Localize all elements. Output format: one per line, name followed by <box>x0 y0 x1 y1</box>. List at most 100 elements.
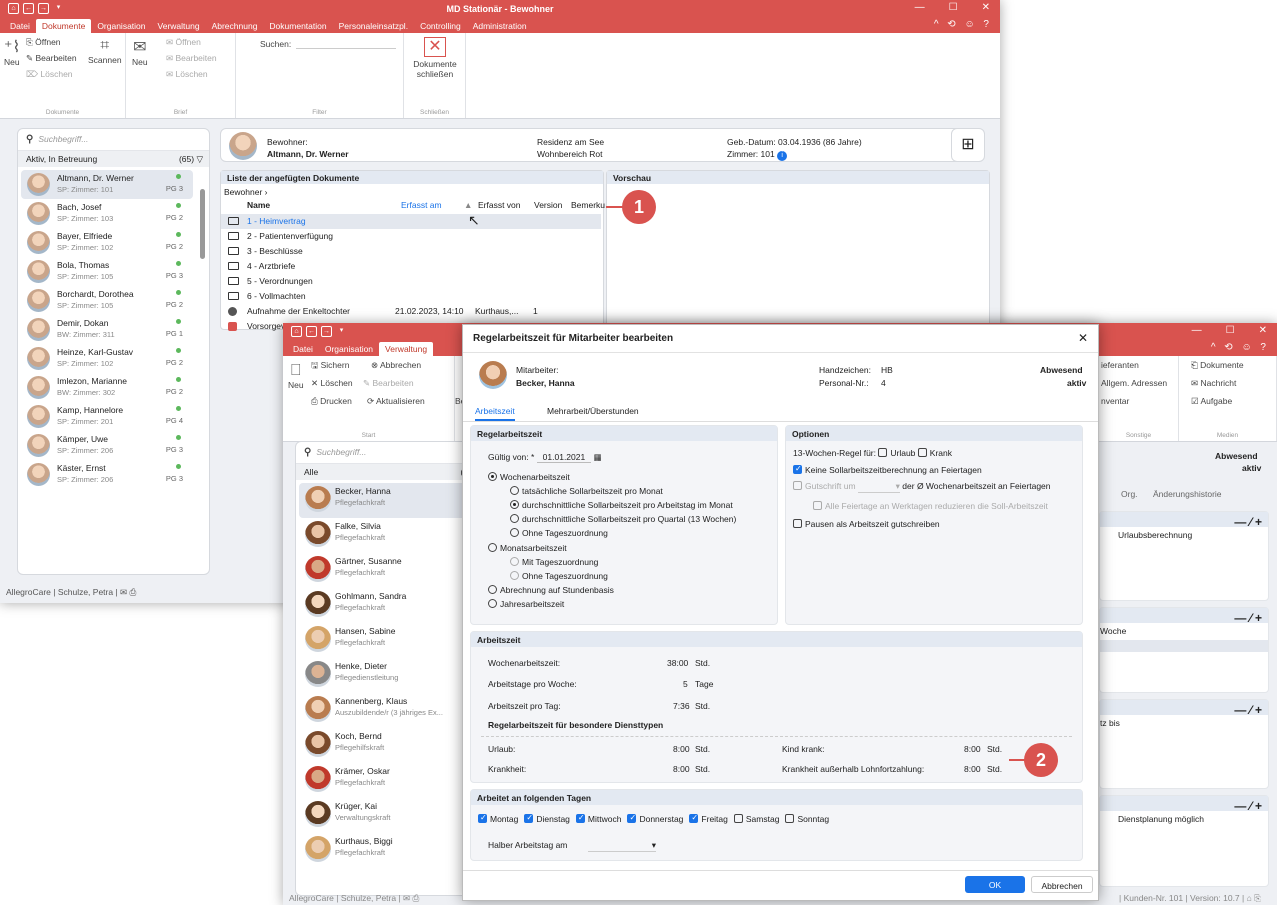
panel-actions[interactable]: — ⁄ + <box>1100 796 1268 813</box>
menu-organisation[interactable]: Organisation <box>319 342 379 356</box>
document-row[interactable]: 1 - Heimvertrag <box>221 214 601 229</box>
child-sick-value[interactable]: 8:00 <box>964 744 981 754</box>
day-hours-value[interactable]: 7:36 <box>673 701 690 711</box>
edit-button[interactable]: ✎ Bearbeiten <box>363 378 414 389</box>
document-row[interactable]: Aufnahme der Enkeltochter 21.02.2023, 14:… <box>221 304 601 319</box>
all-holidays-checkbox[interactable]: Alle Feiertage an Werktagen reduzieren d… <box>813 501 1048 511</box>
staff-item[interactable]: Hansen, Sabine Pflegefachkraft <box>299 623 471 658</box>
radio-hours[interactable]: Abrechnung auf Stundenbasis <box>488 585 614 595</box>
days-value[interactable]: 5 <box>683 679 688 689</box>
ok-button[interactable]: OK <box>965 876 1025 893</box>
maximize-icon[interactable]: ☐ <box>1226 325 1235 336</box>
menu-verwaltung[interactable]: Verwaltung <box>379 342 434 356</box>
half-day-select[interactable]: ▾ <box>588 840 656 852</box>
resident-item[interactable]: Borchardt, Dorothea SP: Zimmer: 105 PG 2 <box>21 286 193 315</box>
weekday-checkbox[interactable]: Dienstag <box>524 813 570 824</box>
staff-item[interactable]: Kannenberg, Klaus Auszubildende/r (3 jähr… <box>299 693 471 728</box>
staff-item[interactable]: Gärtner, Susanne Pflegefachkraft <box>299 553 471 588</box>
vacation-value[interactable]: 8:00 <box>673 744 690 754</box>
forward-icon[interactable]: → <box>321 326 332 337</box>
minimize-icon[interactable]: — <box>915 2 925 13</box>
cancel-button[interactable]: ⊗ Abbrechen <box>371 360 421 371</box>
close-icon[interactable]: ✕ <box>1259 325 1267 336</box>
radio-year[interactable]: Jahresarbeitszeit <box>488 599 564 609</box>
staff-item[interactable]: Krämer, Oskar Pflegefachkraft <box>299 763 471 798</box>
panel-actions[interactable]: — ⁄ + <box>1100 700 1268 717</box>
sick-checkbox[interactable] <box>917 448 927 457</box>
vacation-checkbox[interactable] <box>878 448 888 457</box>
radio-month[interactable]: Monatsarbeitszeit <box>488 543 567 553</box>
resident-item[interactable]: Heinze, Karl-Gustav SP: Zimmer: 102 PG 2 <box>21 344 193 373</box>
delete-doc-button[interactable]: ⌦ Löschen <box>26 69 73 80</box>
radio-month-1[interactable]: Mit Tageszuordnung <box>510 557 598 567</box>
tab-history[interactable]: Änderungshistorie <box>1153 489 1222 499</box>
weekday-checkbox[interactable]: Montag <box>478 813 518 824</box>
breadcrumb[interactable]: Bewohner › <box>224 187 267 197</box>
dropdown-icon[interactable]: ▾ <box>336 326 347 337</box>
menu-datei[interactable]: Datei <box>287 342 319 356</box>
resident-item[interactable]: Demir, Dokan BW: Zimmer: 311 PG 1 <box>21 315 193 344</box>
scan-button[interactable]: ⌗ Scannen <box>88 37 122 65</box>
new-doc-button[interactable]: ⁺⌇ Neu <box>4 37 20 67</box>
search-field[interactable] <box>296 37 396 49</box>
task-button[interactable]: ☑ Aufgabe <box>1191 396 1232 407</box>
open-letter-button[interactable]: ✉ Öffnen <box>166 37 201 48</box>
no-holiday-checkbox[interactable]: Keine Sollarbeitszeitberechnung an Feier… <box>793 464 982 475</box>
radio-week-4[interactable]: Ohne Tageszuordnung <box>510 528 608 538</box>
maximize-icon[interactable]: ☐ <box>949 2 958 13</box>
weekday-checkbox[interactable]: Freitag <box>689 813 728 824</box>
radio-week-1[interactable]: tatsächliche Sollarbeitszeit pro Monat <box>510 486 663 496</box>
weekday-checkbox[interactable]: Sonntag <box>785 814 829 824</box>
radio-week[interactable]: Wochenarbeitszeit <box>488 472 570 482</box>
col-date[interactable]: Erfasst am <box>401 200 442 210</box>
cancel-dialog-button[interactable]: Abbrechen <box>1031 876 1093 893</box>
calendar-icon[interactable]: ▦ <box>594 452 602 462</box>
menu-organisation[interactable]: Organisation <box>91 19 151 33</box>
credit-checkbox[interactable]: Gutschrift um ▾ der Ø Wochenarbeitszeit … <box>793 481 1051 493</box>
minimize-icon[interactable]: — <box>1192 325 1202 336</box>
menu-dokumentation[interactable]: Dokumentation <box>263 19 332 33</box>
staff-item[interactable]: Falke, Silvia Pflegefachkraft <box>299 518 471 553</box>
filter-icon[interactable]: (65) ▽ <box>179 154 203 165</box>
staff-item[interactable]: Kurthaus, Biggi Pflegefachkraft <box>299 833 471 868</box>
tab-overtime[interactable]: Mehrarbeit/Überstunden <box>547 406 639 416</box>
resident-item[interactable]: Kamp, Hannelore SP: Zimmer: 201 PG 4 <box>21 402 193 431</box>
staff-item[interactable]: Krüger, Kai Verwaltungskraft <box>299 798 471 833</box>
edit-doc-button[interactable]: ✎ Bearbeiten <box>26 53 77 64</box>
resident-search-input[interactable]: ⚲ Suchbegriff... <box>18 129 209 151</box>
menu-verwaltung[interactable]: Verwaltung <box>152 19 206 33</box>
staff-item[interactable]: Becker, Hanna Pflegefachkraft <box>299 483 471 518</box>
document-row[interactable]: 6 - Vollmachten <box>221 289 601 304</box>
new-letter-button[interactable]: ✉ Neu <box>132 37 148 67</box>
addresses-button[interactable]: Allgem. Adressen <box>1101 378 1167 388</box>
menu-right-icons[interactable]: ^ ⟲ ☺ ? <box>934 19 992 30</box>
staff-search-input[interactable]: ⚲ Suchbegriff... <box>296 442 474 464</box>
resident-item[interactable]: Altmann, Dr. Werner SP: Zimmer: 101 PG 3 <box>21 170 193 199</box>
tab-arbeitszeit[interactable]: Arbeitszeit <box>475 406 515 421</box>
menu-right-icons[interactable]: ^ ⟲ ☺ ? <box>1211 342 1269 353</box>
menu-personaleinsatz[interactable]: Personaleinsatzpl. <box>333 19 414 33</box>
close-icon[interactable]: ✕ <box>982 2 990 13</box>
close-docs-button[interactable]: ✕ Dokumente schließen <box>411 37 459 79</box>
staff-item[interactable]: Henke, Dieter Pflegedienstleitung <box>299 658 471 693</box>
save-button[interactable]: 🖫 Sichern <box>311 360 349 374</box>
scrollbar[interactable] <box>200 189 205 259</box>
week-hours-value[interactable]: 38:00 <box>667 658 688 668</box>
resident-item[interactable]: Bayer, Elfriede SP: Zimmer: 102 PG 2 <box>21 228 193 257</box>
menu-dokumente[interactable]: Dokumente <box>35 19 92 33</box>
delete-letter-button[interactable]: ✉ Löschen <box>166 69 208 80</box>
col-by[interactable]: Erfasst von <box>478 200 521 210</box>
pauses-checkbox[interactable]: Pausen als Arbeitszeit gutschreiben <box>793 519 940 529</box>
suppliers-button[interactable]: ieferanten <box>1101 360 1139 370</box>
resident-item[interactable]: Kämper, Uwe SP: Zimmer: 206 PG 3 <box>21 431 193 460</box>
refresh-button[interactable]: ⟳ Aktualisieren <box>367 396 425 407</box>
resident-item[interactable]: Bach, Josef SP: Zimmer: 103 PG 2 <box>21 199 193 228</box>
col-name[interactable]: Name <box>247 200 270 210</box>
resident-filter[interactable]: Aktiv, In Betreuung (65) ▽ <box>18 151 209 167</box>
credit-select[interactable]: ▾ <box>857 481 900 493</box>
menu-controlling[interactable]: Controlling <box>414 19 467 33</box>
home-icon[interactable]: ⌂ <box>291 326 302 337</box>
inventory-button[interactable]: nventar <box>1101 396 1129 406</box>
sick-no-pay-value[interactable]: 8:00 <box>964 764 981 774</box>
staff-item[interactable]: Koch, Bernd Pflegehilfskraft <box>299 728 471 763</box>
